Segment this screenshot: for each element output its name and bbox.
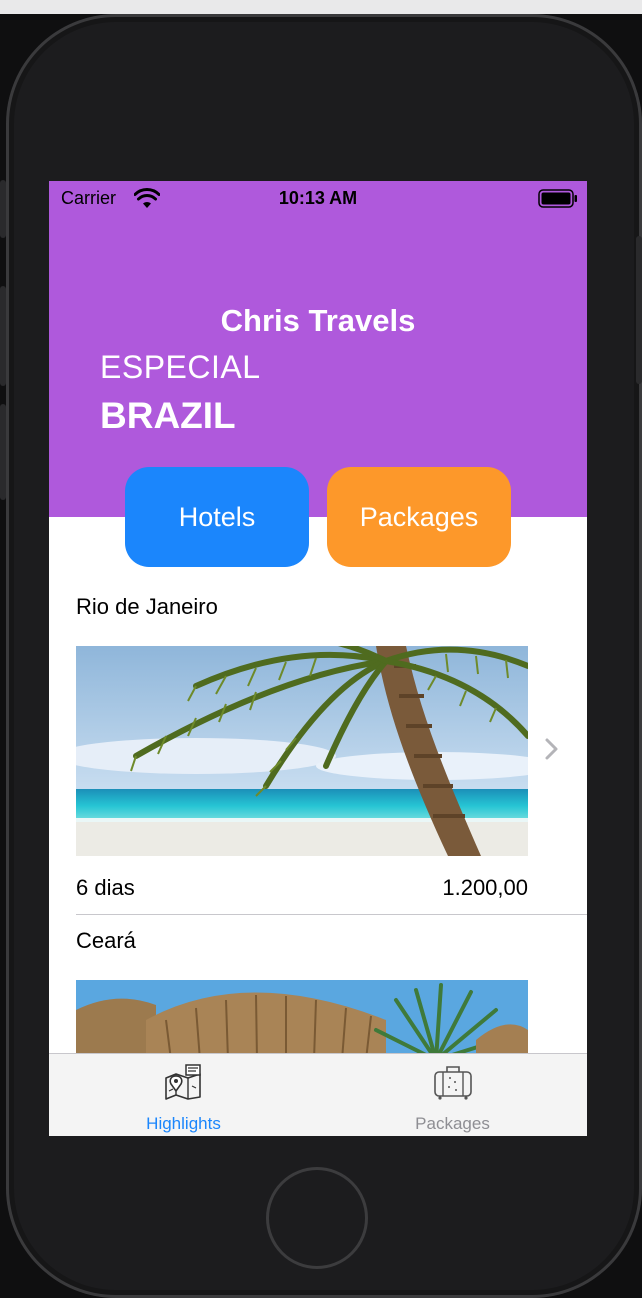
mute-switch bbox=[0, 180, 6, 238]
tab-bar: Highlights Packages bbox=[49, 1053, 587, 1136]
map-icon bbox=[165, 1064, 201, 1100]
destination-price: 1.200,00 bbox=[442, 875, 528, 900]
home-button[interactable] bbox=[266, 1167, 368, 1269]
app-screen: Carrier 10:13 AM Chris Travels ESPECIAL … bbox=[49, 181, 587, 1136]
header-country: BRAZIL bbox=[100, 395, 236, 436]
destination-duration: 6 dias bbox=[76, 875, 135, 900]
desktop-background bbox=[0, 0, 642, 14]
chevron-right-icon[interactable] bbox=[544, 736, 560, 762]
palm-beach-photo[interactable] bbox=[76, 646, 528, 856]
volume-down-button[interactable] bbox=[0, 404, 6, 500]
status-bar: Carrier 10:13 AM bbox=[49, 181, 587, 215]
tab-label-packages: Packages bbox=[415, 1114, 490, 1133]
tab-label-highlights: Highlights bbox=[146, 1114, 221, 1133]
suitcase-icon bbox=[434, 1066, 472, 1100]
tab-packages[interactable]: Packages bbox=[318, 1054, 587, 1136]
list-divider bbox=[76, 914, 587, 915]
destination-title: Rio de Janeiro bbox=[76, 594, 218, 619]
header-subtitle: ESPECIAL bbox=[100, 349, 261, 385]
battery-icon bbox=[538, 189, 577, 208]
app-title: Chris Travels bbox=[220, 303, 416, 338]
thatched-huts-photo[interactable] bbox=[76, 980, 528, 1060]
tab-highlights[interactable]: Highlights bbox=[49, 1054, 318, 1136]
volume-up-button[interactable] bbox=[0, 286, 6, 386]
clock: 10:13 AM bbox=[278, 188, 358, 208]
hotels-button[interactable]: Hotels bbox=[125, 467, 309, 567]
destination-title: Ceará bbox=[76, 928, 136, 953]
destination-meta: 6 dias 1.200,00 bbox=[76, 875, 528, 901]
packages-button[interactable]: Packages bbox=[327, 467, 511, 567]
power-button[interactable] bbox=[636, 236, 642, 384]
header-banner: Carrier 10:13 AM Chris Travels ESPECIAL … bbox=[49, 181, 587, 517]
